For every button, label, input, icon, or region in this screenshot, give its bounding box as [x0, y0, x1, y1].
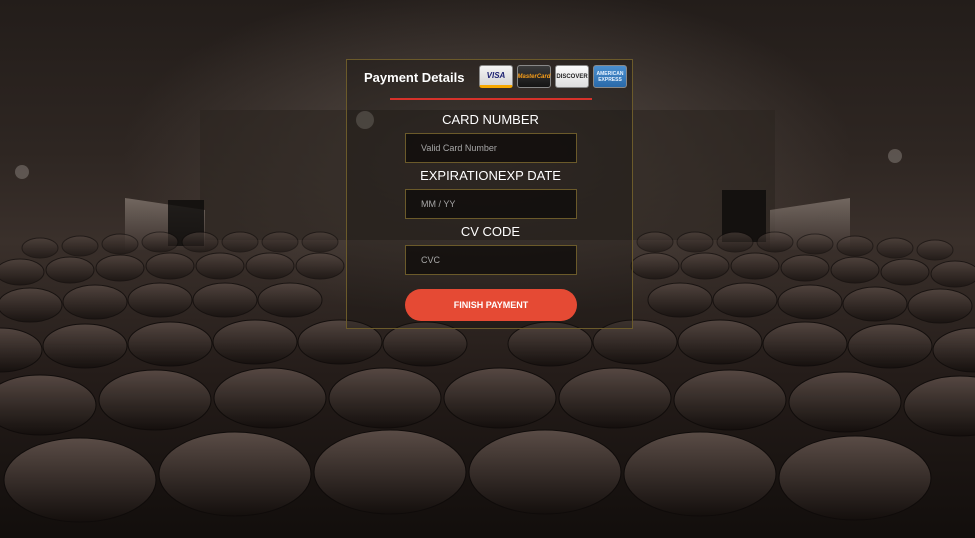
- expiration-input[interactable]: [405, 189, 577, 219]
- card-number-input[interactable]: [405, 133, 577, 163]
- payment-page: Payment Details VISA MasterCard DISCOVER…: [0, 0, 975, 538]
- mastercard-card-logo: MasterCard: [517, 65, 551, 88]
- discover-card-logo: DISCOVER: [555, 65, 589, 88]
- payment-panel: Payment Details VISA MasterCard DISCOVER…: [346, 59, 633, 329]
- cvc-label: CV CODE: [460, 224, 521, 239]
- title-divider: [390, 98, 592, 100]
- finish-payment-button[interactable]: FINISH PAYMENT: [405, 289, 577, 321]
- cvc-input[interactable]: [405, 245, 577, 275]
- panel-title: Payment Details: [364, 70, 465, 85]
- accepted-cards: VISA MasterCard DISCOVER AMERICAN EXPRES…: [479, 65, 627, 88]
- expiration-label: EXPIRATIONEXP DATE: [420, 168, 561, 183]
- visa-card-logo: VISA: [479, 65, 513, 88]
- card-number-label: CARD NUMBER: [442, 112, 539, 127]
- amex-card-logo: AMERICAN EXPRESS: [593, 65, 627, 88]
